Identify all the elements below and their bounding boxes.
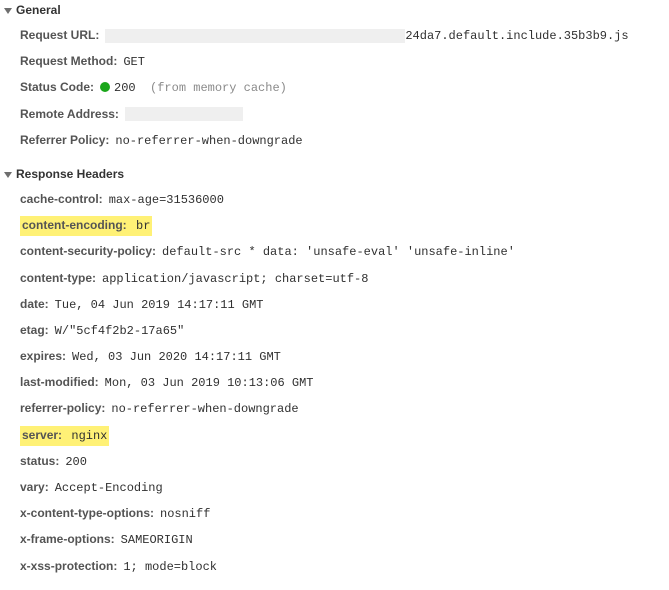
response-header-value: Accept-Encoding [55, 479, 163, 498]
response-header-key: server: [22, 428, 62, 442]
response-header-row: vary: Accept-Encoding [20, 475, 669, 501]
response-header-key: status: [20, 452, 59, 471]
response-header-value: SAMEORIGIN [121, 531, 193, 550]
request-url-value: 24da7.default.include.35b3b9.js [105, 27, 628, 46]
status-code-note: (from memory cache) [150, 81, 287, 95]
response-header-row: expires: Wed, 03 Jun 2020 14:17:11 GMT [20, 344, 669, 370]
request-url-label: Request URL: [20, 26, 99, 45]
response-header-row: content-encoding: br [20, 213, 669, 239]
response-header-key: content-security-policy: [20, 242, 156, 261]
remote-address-label: Remote Address: [20, 105, 119, 124]
remote-address-value [125, 106, 243, 125]
response-header-row: status: 200 [20, 449, 669, 475]
response-header-row: referrer-policy: no-referrer-when-downgra… [20, 396, 669, 422]
highlight: server: nginx [20, 426, 109, 446]
response-header-row: etag: W/"5cf4f2b2-17a65" [20, 318, 669, 344]
response-header-value: 1; mode=block [123, 558, 217, 577]
response-header-key: x-xss-protection: [20, 557, 117, 576]
response-header-value: nginx [71, 429, 107, 443]
response-header-value: application/javascript; charset=utf-8 [102, 270, 368, 289]
response-header-row: last-modified: Mon, 03 Jun 2019 10:13:06 … [20, 370, 669, 396]
general-list: Request URL: 24da7.default.include.35b3b… [0, 20, 669, 164]
response-header-key: referrer-policy: [20, 399, 105, 418]
response-header-value: max-age=31536000 [109, 191, 224, 210]
response-header-row: x-frame-options: SAMEORIGIN [20, 527, 669, 553]
section-response-title: Response Headers [16, 167, 124, 181]
status-code-label: Status Code: [20, 78, 94, 97]
response-header-value: W/"5cf4f2b2-17a65" [55, 322, 185, 341]
response-header-key: cache-control: [20, 190, 103, 209]
referrer-policy-value: no-referrer-when-downgrade [115, 132, 302, 151]
response-header-value: 200 [65, 453, 87, 472]
disclosure-triangle-icon [4, 8, 12, 14]
response-header-key: etag: [20, 321, 49, 340]
general-referrer-policy-row: Referrer Policy: no-referrer-when-downgr… [20, 128, 669, 154]
response-header-key: date: [20, 295, 49, 314]
status-code-number: 200 [114, 81, 136, 95]
response-header-key: x-content-type-options: [20, 504, 154, 523]
response-header-value: nosniff [160, 505, 210, 524]
request-method-value: GET [123, 53, 145, 72]
response-header-value: Wed, 03 Jun 2020 14:17:11 GMT [72, 348, 281, 367]
response-header-row: cache-control: max-age=31536000 [20, 187, 669, 213]
remote-address-redacted [125, 107, 243, 121]
general-status-code-row: Status Code: 200 (from memory cache) [20, 75, 669, 101]
response-header-key: expires: [20, 347, 66, 366]
response-header-row: date: Tue, 04 Jun 2019 14:17:11 GMT [20, 292, 669, 318]
request-url-redacted [105, 29, 405, 43]
response-header-value: no-referrer-when-downgrade [111, 400, 298, 419]
section-general-header[interactable]: General [0, 0, 669, 20]
response-header-row: content-type: application/javascript; cha… [20, 266, 669, 292]
response-header-key: x-frame-options: [20, 530, 115, 549]
response-headers-list: cache-control: max-age=31536000 content-en… [0, 184, 669, 590]
general-request-method-row: Request Method: GET [20, 49, 669, 75]
general-remote-address-row: Remote Address: [20, 102, 669, 128]
general-request-url-row: Request URL: 24da7.default.include.35b3b… [20, 23, 669, 49]
response-header-key: content-encoding: [22, 218, 127, 232]
response-header-key: content-type: [20, 269, 96, 288]
status-code-value: 200 (from memory cache) [100, 79, 287, 98]
section-response-header[interactable]: Response Headers [0, 164, 669, 184]
response-header-value: default-src * data: 'unsafe-eval' 'unsaf… [162, 243, 515, 262]
referrer-policy-label: Referrer Policy: [20, 131, 109, 150]
response-header-row: x-xss-protection: 1; mode=block [20, 554, 669, 580]
request-method-label: Request Method: [20, 52, 117, 71]
response-header-key: vary: [20, 478, 49, 497]
status-ok-icon [100, 82, 110, 92]
disclosure-triangle-icon [4, 172, 12, 178]
response-header-row: server: nginx [20, 423, 669, 449]
response-header-row: x-content-type-options: nosniff [20, 501, 669, 527]
response-header-value: Tue, 04 Jun 2019 14:17:11 GMT [55, 296, 264, 315]
response-header-value: Mon, 03 Jun 2019 10:13:06 GMT [105, 374, 314, 393]
response-header-value: br [136, 219, 150, 233]
response-header-row: content-security-policy: default-src * da… [20, 239, 669, 265]
response-header-key: last-modified: [20, 373, 99, 392]
request-url-suffix: 24da7.default.include.35b3b9.js [405, 29, 628, 43]
highlight: content-encoding: br [20, 216, 152, 236]
section-general-title: General [16, 3, 61, 17]
